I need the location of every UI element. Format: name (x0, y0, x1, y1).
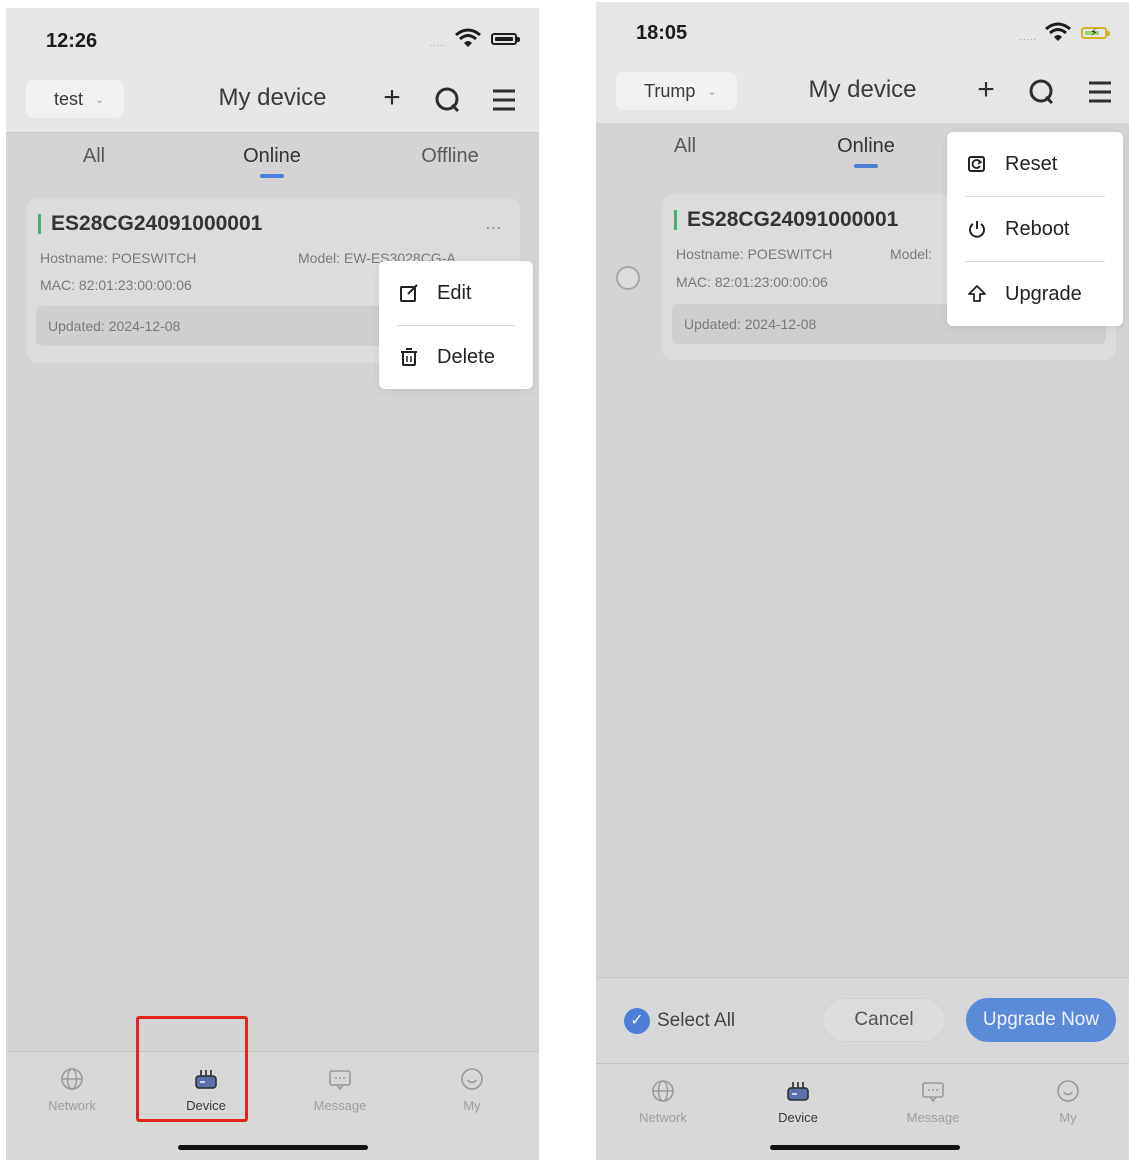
trash-icon (401, 348, 417, 366)
tabbar-my-label: My (1059, 1110, 1077, 1125)
smiley-icon (1057, 1080, 1079, 1102)
menu-item-delete[interactable]: Delete (379, 325, 533, 389)
tabbar-network-label: Network (48, 1098, 96, 1113)
menu-icon[interactable] (486, 82, 522, 118)
device-hostname: Hostname: POESWITCH (40, 250, 197, 266)
tab-online-label: Online (837, 135, 895, 157)
add-icon[interactable]: + (968, 72, 1004, 108)
edit-icon (400, 284, 418, 302)
phone-screen-left: 12:26 ..... test ⌄ My device + All Onlin… (6, 8, 539, 1160)
tabbar-network-label: Network (639, 1110, 687, 1125)
device-updated: Updated: 2024-12-08 (48, 318, 181, 334)
bottom-tab-bar: Network Device Message My (6, 1051, 539, 1160)
device-select-radio[interactable] (616, 266, 640, 290)
top-header: test ⌄ My device + (6, 70, 539, 133)
status-time: 12:26 (46, 30, 98, 52)
status-time: 18:05 (636, 22, 688, 44)
globe-icon (61, 1068, 83, 1090)
wifi-icon (455, 28, 481, 47)
tabbar-message-label: Message (906, 1110, 960, 1125)
menu-item-upgrade[interactable]: Upgrade (947, 262, 1123, 326)
device-mac: MAC: 82:01:23:00:00:06 (676, 274, 828, 290)
more-icon[interactable]: ... (486, 216, 502, 234)
select-all-checkbox[interactable]: ✓ (624, 1008, 650, 1034)
signal-icon: ..... (1019, 32, 1037, 42)
menu-item-upgrade-label: Upgrade (1005, 282, 1082, 305)
tab-active-indicator (854, 164, 878, 168)
battery-charging-icon: ⚡ (1081, 27, 1110, 39)
device-model: Model: (890, 246, 933, 262)
device-hostname: Hostname: POESWITCH (676, 246, 833, 262)
menu-item-reboot-label: Reboot (1005, 217, 1070, 240)
globe-icon (652, 1080, 674, 1102)
upgrade-now-button[interactable]: Upgrade Now (966, 998, 1116, 1042)
menu-item-reset[interactable]: Reset (947, 132, 1123, 196)
smiley-icon (461, 1068, 483, 1090)
status-bar: 12:26 ..... (6, 8, 539, 70)
tab-online-label: Online (243, 145, 301, 167)
phone-screen-right: 18:05 ..... ⚡ Trump ⌄ My device + All On… (596, 2, 1129, 1160)
router-icon (787, 1082, 809, 1101)
tabbar-my[interactable]: My (1018, 1078, 1118, 1125)
bulk-action-bar: ✓ Select All Cancel Upgrade Now (596, 977, 1129, 1064)
message-icon (922, 1082, 944, 1103)
battery-icon (491, 33, 520, 45)
top-header: Trump ⌄ My device + (596, 62, 1129, 125)
menu-icon[interactable] (1082, 74, 1118, 110)
select-all-label[interactable]: Select All (657, 1010, 735, 1032)
tabbar-network[interactable]: Network (22, 1066, 122, 1113)
wifi-icon (1045, 22, 1071, 41)
tabbar-message[interactable]: Message (883, 1078, 983, 1125)
tabbar-my-label: My (463, 1098, 481, 1113)
tab-offline[interactable]: Offline (390, 145, 510, 168)
signal-icon: ..... (429, 38, 447, 48)
bulk-action-menu: Reset Reboot Upgrade (947, 132, 1123, 326)
tabbar-device-label: Device (778, 1110, 818, 1125)
context-menu: Edit Delete (379, 261, 533, 389)
message-icon (329, 1070, 351, 1091)
menu-item-reset-label: Reset (1005, 152, 1058, 175)
menu-item-edit[interactable]: Edit (379, 261, 533, 325)
device-name: ES28CG24091000001 (674, 209, 898, 230)
tab-active-indicator (260, 174, 284, 178)
tab-all[interactable]: All (625, 135, 745, 158)
reset-icon (968, 156, 985, 172)
tab-online[interactable]: Online (212, 145, 332, 178)
filter-tabs: All Online Offline (6, 133, 539, 187)
add-icon[interactable]: + (374, 80, 410, 116)
tab-all[interactable]: All (34, 145, 154, 168)
device-name: ES28CG24091000001 (38, 213, 262, 234)
upgrade-arrow-icon (968, 285, 986, 302)
device-tab-highlight-box (136, 1016, 248, 1122)
menu-item-delete-label: Delete (437, 345, 495, 368)
home-indicator (770, 1145, 960, 1150)
device-updated: Updated: 2024-12-08 (684, 316, 817, 332)
menu-item-edit-label: Edit (437, 281, 472, 304)
tab-online[interactable]: Online (806, 135, 926, 168)
tabbar-network[interactable]: Network (613, 1078, 713, 1125)
tabbar-message[interactable]: Message (290, 1066, 390, 1113)
power-icon (969, 221, 985, 238)
tabbar-my[interactable]: My (422, 1066, 522, 1113)
home-indicator (178, 1145, 368, 1150)
status-bar: 18:05 ..... ⚡ (596, 2, 1129, 64)
bottom-tab-bar: Network Device Message My (596, 1063, 1129, 1160)
cancel-button[interactable]: Cancel (822, 998, 946, 1042)
search-icon[interactable] (1024, 74, 1060, 110)
tabbar-device[interactable]: Device (748, 1078, 848, 1125)
menu-item-reboot[interactable]: Reboot (947, 197, 1123, 261)
search-icon[interactable] (430, 82, 466, 118)
device-mac: MAC: 82:01:23:00:00:06 (40, 277, 192, 293)
tabbar-message-label: Message (313, 1098, 367, 1113)
